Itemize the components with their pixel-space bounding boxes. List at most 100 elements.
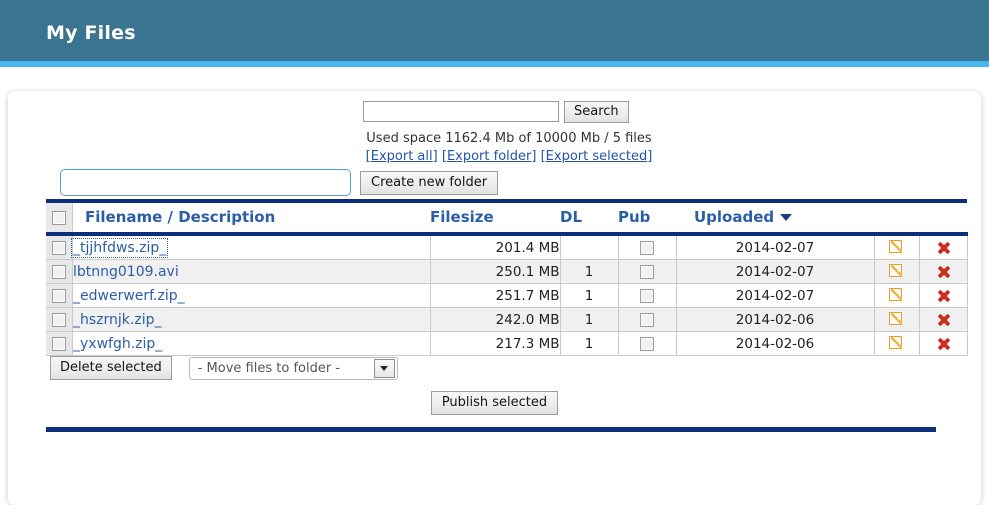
- publish-checkbox[interactable]: [640, 289, 654, 303]
- table-row: _edwerwerf.zip_251.7 MB12014-02-07: [46, 284, 967, 308]
- uploaded-cell: 2014-02-06: [676, 308, 874, 332]
- uploaded-cell: 2014-02-07: [676, 284, 874, 308]
- bracket-close: ]: [647, 149, 652, 164]
- header-pub[interactable]: Pub: [618, 201, 676, 234]
- table-row: _tjjhfdws.zip_201.4 MB2014-02-07: [46, 234, 967, 260]
- filesize-cell: 217.3 MB: [430, 332, 560, 356]
- file-table-head: Filename / Description Filesize DL Pub U…: [46, 201, 967, 234]
- row-select-checkbox[interactable]: [52, 289, 66, 303]
- publish-checkbox[interactable]: [640, 337, 654, 351]
- edit-cell[interactable]: [874, 284, 919, 308]
- header-delete: [919, 201, 967, 234]
- file-link[interactable]: _tjjhfdws.zip_: [73, 240, 166, 256]
- edit-cell[interactable]: [874, 234, 919, 260]
- header-filename[interactable]: Filename / Description: [73, 201, 431, 234]
- export-folder-link[interactable]: Export folder: [447, 149, 531, 164]
- delete-x-icon[interactable]: [936, 336, 951, 351]
- file-link[interactable]: _yxwfgh.zip_: [73, 336, 162, 352]
- table-header-row: Filename / Description Filesize DL Pub U…: [46, 201, 967, 234]
- usage-block: Used space 1162.4 Mb of 10000 Mb / 5 fil…: [364, 130, 654, 166]
- delete-x-icon[interactable]: [936, 288, 951, 303]
- row-select-checkbox[interactable]: [52, 265, 66, 279]
- row-select-cell[interactable]: [46, 260, 73, 284]
- table-row: _yxwfgh.zip_217.3 MB12014-02-06: [46, 332, 967, 356]
- search-row: Search: [363, 101, 629, 123]
- delete-cell[interactable]: [919, 332, 967, 356]
- file-table-body: _tjjhfdws.zip_ 201.4 MB 2014-02-07 lbtnng01…: [46, 234, 967, 356]
- delete-x-icon[interactable]: [936, 312, 951, 327]
- edit-pencil-icon[interactable]: [889, 288, 904, 303]
- used-space-text: Used space 1162.4 Mb of 10000 Mb / 5 fil…: [364, 130, 654, 148]
- publish-checkbox[interactable]: [640, 265, 654, 279]
- filename-cell: lbtnng0109.avi: [73, 260, 431, 284]
- new-folder-name-input[interactable]: [60, 169, 351, 196]
- publish-checkbox[interactable]: [640, 241, 654, 255]
- file-link[interactable]: lbtnng0109.avi: [73, 264, 179, 280]
- download-count-cell: 1: [560, 284, 618, 308]
- create-folder-row: Create new folder: [60, 169, 498, 196]
- delete-x-icon[interactable]: [936, 240, 951, 255]
- row-select-cell[interactable]: [46, 308, 73, 332]
- edit-pencil-icon[interactable]: [889, 336, 904, 351]
- file-link[interactable]: _hszrnjk.zip_: [73, 312, 161, 328]
- delete-cell[interactable]: [919, 308, 967, 332]
- header-filesize[interactable]: Filesize: [430, 201, 560, 234]
- row-select-checkbox[interactable]: [52, 313, 66, 327]
- search-input[interactable]: [363, 101, 559, 122]
- header-uploaded-label: Uploaded: [694, 208, 774, 226]
- filesize-cell: 242.0 MB: [430, 308, 560, 332]
- row-select-cell[interactable]: [46, 284, 73, 308]
- create-new-folder-button[interactable]: Create new folder: [360, 171, 498, 195]
- table-row: _hszrnjk.zip_ 242.0 MB1 2014-02-06: [46, 308, 967, 332]
- header-uploaded[interactable]: Uploaded: [676, 201, 874, 234]
- move-files-to-folder-select[interactable]: - Move files to folder -: [189, 357, 398, 380]
- delete-selected-button[interactable]: Delete selected: [50, 356, 172, 380]
- header-dl[interactable]: DL: [560, 201, 618, 234]
- export-selected-link[interactable]: Export selected: [546, 149, 648, 164]
- row-select-checkbox[interactable]: [52, 337, 66, 351]
- filename-cell: _tjjhfdws.zip_: [73, 234, 431, 260]
- edit-pencil-icon[interactable]: [889, 264, 904, 279]
- chevron-down-icon[interactable]: [374, 359, 395, 378]
- publish-cell[interactable]: [618, 234, 676, 260]
- row-select-cell[interactable]: [46, 332, 73, 356]
- sort-descending-caret-icon: [780, 214, 792, 221]
- select-all-header[interactable]: [46, 201, 73, 234]
- edit-pencil-icon[interactable]: [889, 240, 904, 255]
- filename-cell: _edwerwerf.zip_: [73, 284, 431, 308]
- file-table-wrapper: Filename / Description Filesize DL Pub U…: [46, 199, 936, 356]
- row-select-cell[interactable]: [46, 234, 73, 260]
- table-row: lbtnng0109.avi250.1 MB12014-02-07: [46, 260, 967, 284]
- publish-checkbox[interactable]: [640, 313, 654, 327]
- download-count-cell: [560, 234, 618, 260]
- move-files-selected-option: - Move files to folder -: [190, 361, 340, 376]
- delete-cell[interactable]: [919, 260, 967, 284]
- download-count-cell: 1: [560, 332, 618, 356]
- file-link[interactable]: _edwerwerf.zip_: [73, 288, 185, 304]
- delete-cell[interactable]: [919, 234, 967, 260]
- delete-x-icon[interactable]: [936, 264, 951, 279]
- export-all-link[interactable]: Export all: [371, 149, 433, 164]
- publish-cell[interactable]: [618, 284, 676, 308]
- publish-row: Publish selected: [8, 391, 981, 415]
- publish-cell[interactable]: [618, 332, 676, 356]
- delete-cell[interactable]: [919, 284, 967, 308]
- download-count-cell: 1: [560, 260, 618, 284]
- search-button[interactable]: Search: [564, 101, 629, 123]
- publish-cell[interactable]: [618, 308, 676, 332]
- publish-selected-button[interactable]: Publish selected: [431, 391, 558, 415]
- edit-cell[interactable]: [874, 308, 919, 332]
- bracket-close: ]: [531, 149, 536, 164]
- select-all-checkbox[interactable]: [52, 211, 66, 225]
- publish-cell[interactable]: [618, 260, 676, 284]
- export-links: [Export all] [Export folder] [Export sel…: [364, 148, 654, 166]
- edit-cell[interactable]: [874, 260, 919, 284]
- edit-pencil-icon[interactable]: [889, 312, 904, 327]
- uploaded-cell: 2014-02-07: [676, 260, 874, 284]
- table-bottom-rule: [46, 427, 936, 432]
- edit-cell[interactable]: [874, 332, 919, 356]
- download-count-cell: 1: [560, 308, 618, 332]
- filesize-cell: 201.4 MB: [430, 234, 560, 260]
- filename-cell: _hszrnjk.zip_: [73, 308, 431, 332]
- row-select-checkbox[interactable]: [52, 241, 66, 255]
